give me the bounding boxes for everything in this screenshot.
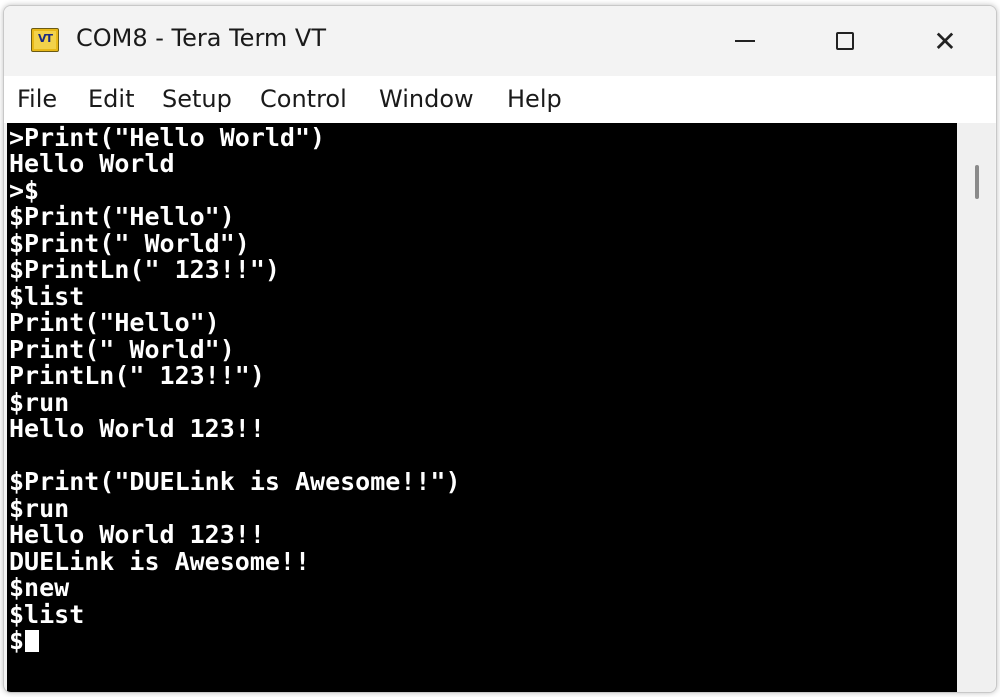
terminal-line: Print("Hello") [9,308,220,337]
vertical-scrollbar[interactable] [957,123,995,692]
terminal-prompt-line: $ [9,626,40,655]
terminal-line: >Print("Hello World") [9,123,326,152]
text-cursor [25,630,40,652]
terminal-line: Hello World [9,149,175,178]
terminal-line: $new [9,573,70,602]
minimize-button[interactable] [695,6,795,76]
maximize-button[interactable] [795,6,895,76]
prompt: $ [9,626,25,655]
menu-setup[interactable]: Setup [162,85,232,113]
maximize-icon [836,32,854,50]
title-bar[interactable]: VT COM8 - Tera Term VT ✕ [4,6,996,76]
terminal-line: $PrintLn(" 123!!") [9,255,280,284]
app-icon-label: VT [37,32,53,45]
menu-edit[interactable]: Edit [88,85,134,113]
terminal-line: Print(" World") [9,335,235,364]
terminal-line: $Print("DUELink is Awesome!!") [9,467,461,496]
window-title: COM8 - Tera Term VT [76,24,326,52]
terminal-line: DUELink is Awesome!! [9,547,311,576]
menu-bar: File Edit Setup Control Window Help [4,76,996,123]
terminal-window: VT COM8 - Tera Term VT ✕ File Edit Setup… [3,5,997,693]
tera-term-icon[interactable]: VT [31,28,59,52]
menu-help[interactable]: Help [507,85,562,113]
terminal-line: $list [9,282,85,311]
terminal-screen[interactable]: >Print("Hello World") Hello World >$ $Pr… [7,123,957,692]
close-button[interactable]: ✕ [895,6,995,76]
terminal-line: $Print("Hello") [9,202,235,231]
terminal-line: Hello World 123!! [9,414,265,443]
terminal-line: $Print(" World") [9,229,250,258]
menu-control[interactable]: Control [260,85,347,113]
menu-window[interactable]: Window [379,85,474,113]
terminal-line: $list [9,600,85,629]
close-icon: ✕ [933,24,957,58]
menu-file[interactable]: File [17,85,57,113]
terminal-line: $run [9,388,70,417]
terminal-line: PrintLn(" 123!!") [9,361,265,390]
terminal-line: $run [9,494,70,523]
scrollbar-thumb[interactable] [975,165,979,199]
terminal-line: >$ [9,176,40,205]
terminal-line: Hello World 123!! [9,520,265,549]
minimize-icon [735,40,755,42]
